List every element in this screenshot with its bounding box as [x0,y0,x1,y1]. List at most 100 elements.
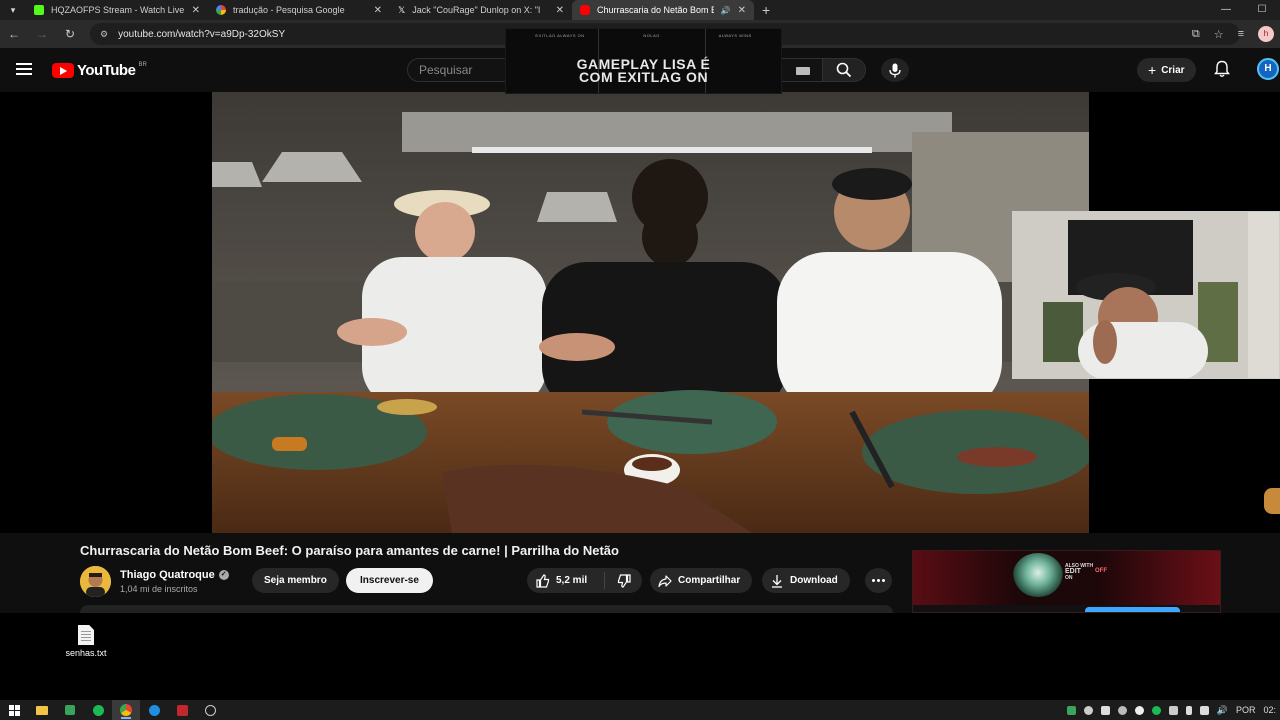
ad-emblem-image [1013,553,1063,597]
media-controls-icon[interactable]: ≡ [1238,28,1244,40]
language-indicator[interactable]: POR [1236,705,1256,715]
ad-text-line: ON [1065,575,1073,581]
tab-google-search[interactable]: tradução - Pesquisa Google ✕ [208,0,390,20]
youtube-wordmark: YouTube [77,62,136,79]
thumbs-down-icon [617,573,631,588]
close-tab-icon[interactable]: ✕ [738,5,746,16]
like-count: 5,2 mil [556,575,588,586]
cast-icon[interactable]: ⧉ [1192,28,1200,41]
dislike-button[interactable] [605,573,642,588]
create-button[interactable]: + Criar [1137,58,1196,82]
settings-icon[interactable] [196,700,224,720]
video-info-section: Churrascaria do Netão Bom Beef: O paraís… [0,533,1280,613]
toolbar-right: ⧉ ☆ ≡ h [1192,20,1274,48]
ad-offer: OFF [1095,568,1107,574]
subscribe-button[interactable]: Inscrever-se [346,568,433,593]
back-icon[interactable]: ← [0,27,28,41]
speaker-icon[interactable]: 🔊 [721,6,731,15]
app-icon[interactable] [168,700,196,720]
menu-icon[interactable] [16,63,32,75]
file-explorer-icon[interactable] [28,700,56,720]
channel-name[interactable]: Thiago Quatroque ✓ [120,569,229,581]
tab-kick-stream[interactable]: HQZAOFPS Stream - Watch Live ✕ [26,0,208,20]
browser-tab-strip: ▾ HQZAOFPS Stream - Watch Live ✕ traduçã… [0,0,1280,20]
maximize-icon[interactable]: ☐ [1244,0,1280,20]
subscriber-count: 1,04 mi de inscritos [120,584,198,594]
ad-headline: GAMEPLAY LISA É COM EXITLAG ON [506,57,781,85]
desktop-file-icon[interactable]: senhas.txt [60,625,112,658]
ad-headline-line2: COM EXITLAG ON [578,69,709,85]
tab-search-button[interactable]: ▾ [0,0,26,20]
close-tab-icon[interactable]: ✕ [374,5,382,16]
download-label: Download [790,575,838,586]
close-tab-icon[interactable]: ✕ [556,5,564,16]
like-dislike-bar: 5,2 mil [527,568,642,593]
system-tray: 🔊 POR 02: [1066,700,1280,720]
discord-icon[interactable] [1083,705,1093,715]
more-actions-button[interactable] [865,568,892,593]
notifications-button[interactable] [1214,60,1230,83]
description-box[interactable] [80,605,893,613]
close-tab-icon[interactable]: ✕ [192,5,200,16]
store-icon[interactable] [56,700,84,720]
start-button[interactable] [0,700,28,720]
video-frame [212,92,1089,533]
volume-icon[interactable]: 🔊 [1217,705,1228,716]
ad-background [913,551,1220,612]
window-controls: — ☐ [1208,0,1280,20]
bell-icon [1214,60,1230,77]
youtube-play-icon [52,63,74,78]
video-player[interactable] [212,92,1089,533]
search-button[interactable] [822,58,866,82]
reload-icon[interactable]: ↻ [56,27,84,41]
tab-title: tradução - Pesquisa Google [233,5,345,15]
region-code: BR [138,61,147,68]
account-avatar[interactable]: H [1257,58,1279,80]
tray-app-icon[interactable] [1134,705,1144,715]
exitlag-ad-overlay[interactable]: EXITLAG ALWAYS ON NOLAG ALWAYS WINS GAME… [505,28,782,94]
channel-avatar-image [80,566,111,597]
clock[interactable]: 02: [1263,705,1276,715]
tray-app-icon[interactable] [1168,705,1178,715]
text-file-icon [78,625,94,645]
ad-top-label: EXITLAG ALWAYS ON [535,33,585,38]
chrome-icon[interactable] [112,700,140,720]
voice-search-button[interactable] [881,58,909,82]
tab-youtube-video[interactable]: Churrascaria do Netão Bom B 🔊 ✕ [572,0,754,20]
network-icon[interactable] [1199,705,1209,715]
spotify-tray-icon[interactable] [1151,705,1161,715]
minimize-icon[interactable]: — [1208,0,1244,20]
keyboard-icon[interactable] [796,67,810,75]
ad-cta-button[interactable] [1085,607,1180,612]
sidebar-ad-banner[interactable]: ALSO WITH EDIT ON OFF [912,550,1221,613]
ad-top-labels: EXITLAG ALWAYS ON NOLAG ALWAYS WINS [506,33,781,38]
edge-icon[interactable] [140,700,168,720]
webcam-overlay [1012,211,1280,379]
url-text: youtube.com/watch?v=a9Dp-32OkSY [118,28,286,40]
share-button[interactable]: Compartilhar [650,568,753,593]
search-icon [836,62,852,78]
download-button[interactable]: Download [762,568,850,593]
tab-x-post[interactable]: 𝕏 Jack "CouRage" Dunlop on X: "I ✕ [390,0,572,20]
microphone-tray-icon[interactable] [1185,705,1192,715]
kick-icon [34,5,44,15]
thumbs-up-icon [536,573,550,588]
tray-app-icon[interactable] [1066,705,1076,715]
windows-taskbar: 🔊 POR 02: [0,700,1280,720]
new-tab-button[interactable]: + [754,2,778,18]
site-info-icon[interactable]: ⚙ [100,29,108,40]
bookmark-star-icon[interactable]: ☆ [1214,28,1224,41]
tray-app-icon[interactable] [1117,705,1127,715]
forward-icon[interactable]: → [28,27,56,41]
youtube-logo[interactable]: YouTube BR [52,62,147,79]
channel-avatar[interactable] [80,566,111,597]
join-button[interactable]: Seja membro [252,568,339,593]
profile-avatar[interactable]: h [1258,26,1274,42]
plus-icon: + [1148,62,1157,78]
download-icon [772,574,782,588]
tray-app-icon[interactable] [1100,705,1110,715]
x-icon: 𝕏 [398,4,406,15]
ad-text: ALSO WITH EDIT ON [1065,563,1093,581]
like-button[interactable]: 5,2 mil [527,572,605,589]
spotify-icon[interactable] [84,700,112,720]
